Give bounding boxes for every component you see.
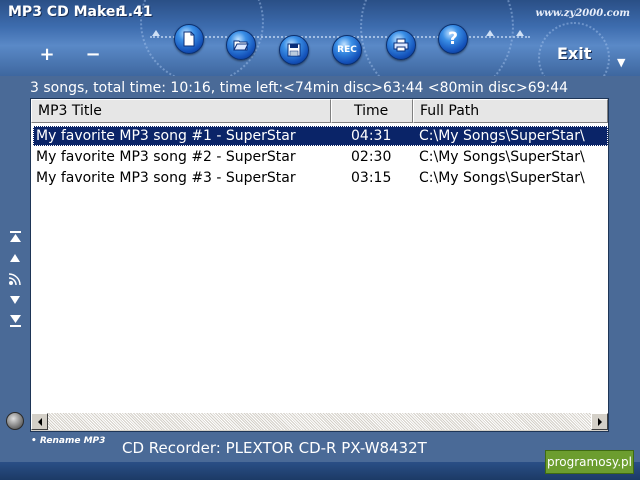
open-folder-icon xyxy=(233,40,249,51)
decorative-triangle xyxy=(516,30,524,36)
menu-dropdown-icon[interactable]: ▼ xyxy=(617,56,625,69)
add-songs-button[interactable]: + xyxy=(38,44,56,65)
globe-icon[interactable] xyxy=(6,412,24,430)
song-list[interactable]: MP3 Title Time Full Path My favorite MP3… xyxy=(30,98,609,432)
column-header-path[interactable]: Full Path xyxy=(413,99,608,123)
decorative-triangle xyxy=(152,30,160,36)
row-time: 04:31 xyxy=(351,128,392,144)
move-bottom-icon xyxy=(9,315,21,327)
record-button[interactable]: REC xyxy=(332,35,362,65)
website-link[interactable]: www.zy2000.com xyxy=(536,8,630,19)
new-button[interactable] xyxy=(174,24,204,54)
bottom-bar xyxy=(0,462,640,480)
help-button[interactable]: ? xyxy=(438,24,468,54)
print-button[interactable] xyxy=(386,30,416,60)
decorative-swirl xyxy=(360,0,514,76)
broadcast-icon xyxy=(8,273,21,286)
row-title: My favorite MP3 song #2 - SuperStar xyxy=(36,149,296,165)
table-row[interactable]: My favorite MP3 song #2 - SuperStar 02:3… xyxy=(33,147,608,167)
move-down-button[interactable] xyxy=(8,293,22,307)
row-path: C:\My Songs\SuperStar\ xyxy=(419,170,585,186)
move-top-button[interactable] xyxy=(8,230,22,244)
title-bar: MP3 CD Maker 1.41 www.zy2000.com + − REC xyxy=(0,0,640,76)
scroll-right-button[interactable] xyxy=(591,413,608,430)
save-icon xyxy=(287,43,301,57)
arrow-right-icon xyxy=(597,417,602,426)
save-button[interactable] xyxy=(279,35,309,65)
exit-button[interactable]: Exit xyxy=(557,44,591,63)
rec-icon: REC xyxy=(337,45,357,55)
watermark-badge: programosy.pl xyxy=(545,450,634,474)
row-title: My favorite MP3 song #1 - SuperStar xyxy=(36,128,296,144)
table-row[interactable]: My favorite MP3 song #3 - SuperStar 03:1… xyxy=(33,168,608,188)
column-header-time[interactable]: Time xyxy=(331,99,413,123)
remove-songs-button[interactable]: − xyxy=(84,44,102,65)
row-time: 03:15 xyxy=(351,170,392,186)
row-path: C:\My Songs\SuperStar\ xyxy=(419,149,585,165)
move-up-icon xyxy=(10,254,20,262)
horizontal-scrollbar[interactable] xyxy=(31,413,608,431)
help-icon: ? xyxy=(448,29,458,49)
app-title: MP3 CD Maker xyxy=(8,4,123,20)
move-up-button[interactable] xyxy=(8,251,22,265)
row-path: C:\My Songs\SuperStar\ xyxy=(419,128,585,144)
broadcast-button[interactable] xyxy=(8,272,22,286)
arrow-left-icon xyxy=(37,417,42,426)
move-bottom-button[interactable] xyxy=(8,314,22,328)
row-time: 02:30 xyxy=(351,149,392,165)
scroll-left-button[interactable] xyxy=(31,413,48,430)
printer-icon xyxy=(393,38,409,52)
app-version: 1.41 xyxy=(118,4,153,20)
scroll-track[interactable] xyxy=(48,413,591,430)
move-top-icon xyxy=(9,231,21,242)
decorative-triangle xyxy=(486,30,494,36)
open-button[interactable] xyxy=(226,30,256,60)
new-icon xyxy=(183,31,195,47)
status-summary: 3 songs, total time: 10:16, time left:<7… xyxy=(30,80,569,96)
rename-mp3-button[interactable]: • Rename MP3 xyxy=(31,436,105,446)
table-row[interactable]: My favorite MP3 song #1 - SuperStar 04:3… xyxy=(33,126,608,146)
row-title: My favorite MP3 song #3 - SuperStar xyxy=(36,170,296,186)
cd-recorder-label: CD Recorder: PLEXTOR CD-R PX-W8432T xyxy=(122,439,427,457)
move-down-icon xyxy=(10,296,20,304)
column-header-title[interactable]: MP3 Title xyxy=(31,99,331,123)
